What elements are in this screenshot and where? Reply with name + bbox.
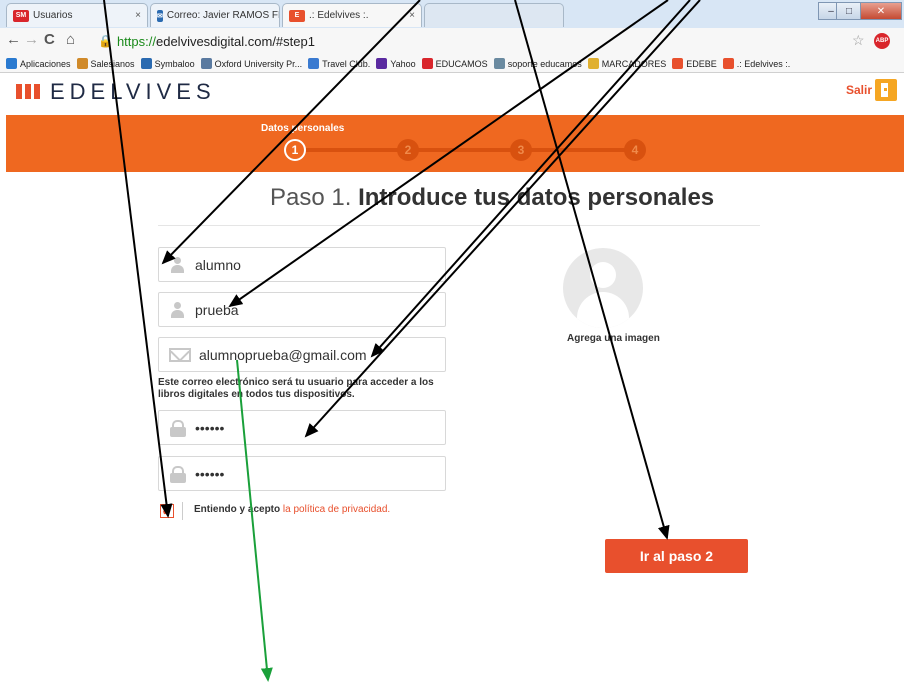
person-icon bbox=[169, 301, 187, 318]
home-icon[interactable]: ⌂ bbox=[66, 31, 75, 48]
step-3-circle: 3 bbox=[510, 139, 532, 161]
bookmark-item[interactable]: .: Edelvives :. bbox=[722, 58, 791, 69]
tab-usuarios[interactable]: SM Usuarios × bbox=[6, 3, 148, 27]
bookmark-item[interactable]: EDEBE bbox=[672, 58, 717, 69]
bookmark-label: Aplicaciones bbox=[20, 58, 71, 69]
secure-lock-icon: 🔒 bbox=[98, 34, 113, 48]
url-scheme: https:// bbox=[116, 33, 156, 49]
tab-close-icon[interactable]: × bbox=[405, 10, 415, 21]
url-field[interactable]: 🔒 https:// edelvivesdigital.com/#step1 bbox=[98, 31, 838, 51]
divider bbox=[182, 502, 183, 520]
forward-arrow-icon[interactable]: → bbox=[24, 31, 39, 48]
oxford-icon bbox=[200, 58, 212, 69]
divider bbox=[158, 225, 760, 226]
avatar-upload[interactable] bbox=[563, 248, 643, 328]
tab-favicon-icon: SM bbox=[13, 9, 29, 22]
person-icon bbox=[169, 256, 187, 273]
travel-club-icon bbox=[308, 58, 320, 69]
bookmark-item[interactable]: Oxford University Pr... bbox=[200, 58, 303, 69]
step-caption: Datos personales bbox=[261, 123, 345, 134]
tab-label: Correo: Javier RAMOS FER bbox=[166, 10, 280, 21]
bookmark-item[interactable]: Salesianos bbox=[76, 58, 135, 69]
bookmark-label: Oxford University Pr... bbox=[214, 58, 303, 69]
last-name-value: prueba bbox=[195, 301, 239, 318]
educamos-icon bbox=[421, 58, 433, 69]
password-confirm-field[interactable]: •••••• bbox=[158, 456, 446, 491]
back-arrow-icon[interactable]: ← bbox=[6, 31, 21, 48]
bookmark-label: soporte educamos bbox=[507, 58, 582, 69]
bookmark-item[interactable]: Aplicaciones bbox=[6, 58, 71, 69]
privacy-label: Entiendo y acepto la política de privaci… bbox=[194, 504, 390, 515]
privacy-label-text: Entiendo y acepto bbox=[194, 504, 281, 515]
bookmark-label: EDEBE bbox=[686, 58, 717, 69]
yahoo-icon bbox=[376, 58, 388, 69]
bookmarks-bar: Aplicaciones Salesianos Symbaloo Oxford Uni… bbox=[0, 55, 904, 73]
edelvives-logo-icon bbox=[16, 84, 43, 102]
tab-label: .: Edelvives :. bbox=[309, 10, 369, 21]
bookmark-item[interactable]: soporte educamos bbox=[493, 58, 582, 69]
page-title: Paso 1. Introduce tus datos personales bbox=[270, 184, 714, 212]
last-name-field[interactable]: prueba bbox=[158, 292, 446, 327]
symbaloo-icon bbox=[140, 58, 152, 69]
step-progress-bar bbox=[6, 115, 904, 172]
page-title-text: Introduce tus datos personales bbox=[358, 184, 715, 211]
bookmark-label: Yahoo bbox=[390, 58, 416, 69]
bookmark-item[interactable]: Yahoo bbox=[376, 58, 416, 69]
first-name-value: alumno bbox=[195, 256, 241, 273]
email-field[interactable]: alumnoprueba@gmail.com bbox=[158, 337, 446, 372]
tab-edelvives[interactable]: E .: Edelvives :. × bbox=[282, 3, 422, 27]
step-4-circle: 4 bbox=[624, 139, 646, 161]
window-maximize-button[interactable]: □ bbox=[836, 2, 862, 20]
bookmark-item[interactable]: Symbaloo bbox=[140, 58, 195, 69]
adblock-icon[interactable]: ABP bbox=[874, 33, 890, 49]
padlock-icon bbox=[169, 419, 187, 437]
tab-new[interactable] bbox=[424, 3, 564, 27]
bookmark-label: .: Edelvives :. bbox=[736, 58, 791, 69]
bookmark-label: Symbaloo bbox=[154, 58, 195, 69]
folder-icon bbox=[587, 58, 599, 69]
password-field[interactable]: •••••• bbox=[158, 410, 446, 445]
bookmark-label: MARCADORES bbox=[601, 58, 667, 69]
padlock-icon bbox=[169, 465, 187, 483]
edelvives-logo: EDELVIVES bbox=[50, 79, 216, 104]
email-help-text: Este correo electrónico será tu usuario … bbox=[158, 377, 434, 400]
logout-link[interactable]: Salir bbox=[846, 83, 872, 97]
edelvives-icon bbox=[722, 58, 734, 69]
edelvives-favicon-icon: E bbox=[289, 9, 305, 22]
bookmark-item[interactable]: MARCADORES bbox=[587, 58, 667, 69]
annotation-arrow-green bbox=[236, 359, 273, 682]
bookmark-label: Travel Club. bbox=[322, 58, 371, 69]
first-name-field[interactable]: alumno bbox=[158, 247, 446, 282]
tab-close-icon[interactable]: × bbox=[131, 10, 141, 21]
envelope-icon bbox=[169, 347, 191, 362]
bookmark-label: EDUCAMOS bbox=[435, 58, 488, 69]
soporte-icon bbox=[493, 58, 505, 69]
tab-correo[interactable]: ✉ Correo: Javier RAMOS FER × bbox=[150, 3, 280, 27]
page-title-step: Paso 1. bbox=[270, 184, 352, 211]
email-value: alumnoprueba@gmail.com bbox=[199, 346, 367, 363]
window-close-button[interactable]: ✕ bbox=[860, 2, 902, 20]
avatar-upload-label[interactable]: Agrega una imagen bbox=[567, 333, 660, 344]
step-1-circle: 1 bbox=[284, 139, 306, 161]
bookmark-item[interactable]: Travel Club. bbox=[308, 58, 370, 69]
url-host: edelvivesdigital.com/#step1 bbox=[155, 33, 315, 49]
bookmark-label: Salesianos bbox=[90, 58, 135, 69]
bookmark-star-icon[interactable]: ☆ bbox=[852, 32, 865, 49]
step-2-circle: 2 bbox=[397, 139, 419, 161]
password-value: •••••• bbox=[195, 419, 225, 436]
privacy-policy-link[interactable]: la política de privacidad. bbox=[283, 504, 390, 515]
privacy-checkbox[interactable]: ✔ bbox=[160, 504, 174, 518]
bookmark-item[interactable]: EDUCAMOS bbox=[421, 58, 488, 69]
password-confirm-value: •••••• bbox=[195, 465, 225, 482]
next-step-button[interactable]: Ir al paso 2 bbox=[605, 539, 748, 573]
step-connector bbox=[305, 148, 630, 152]
reload-icon[interactable]: C bbox=[44, 31, 55, 48]
mail-favicon-icon: ✉ bbox=[157, 9, 163, 22]
edebe-icon bbox=[672, 58, 684, 69]
tab-label: Usuarios bbox=[33, 10, 73, 21]
salesianos-icon bbox=[76, 58, 88, 69]
exit-door-icon[interactable] bbox=[875, 79, 897, 101]
apps-grid-icon bbox=[6, 58, 17, 69]
